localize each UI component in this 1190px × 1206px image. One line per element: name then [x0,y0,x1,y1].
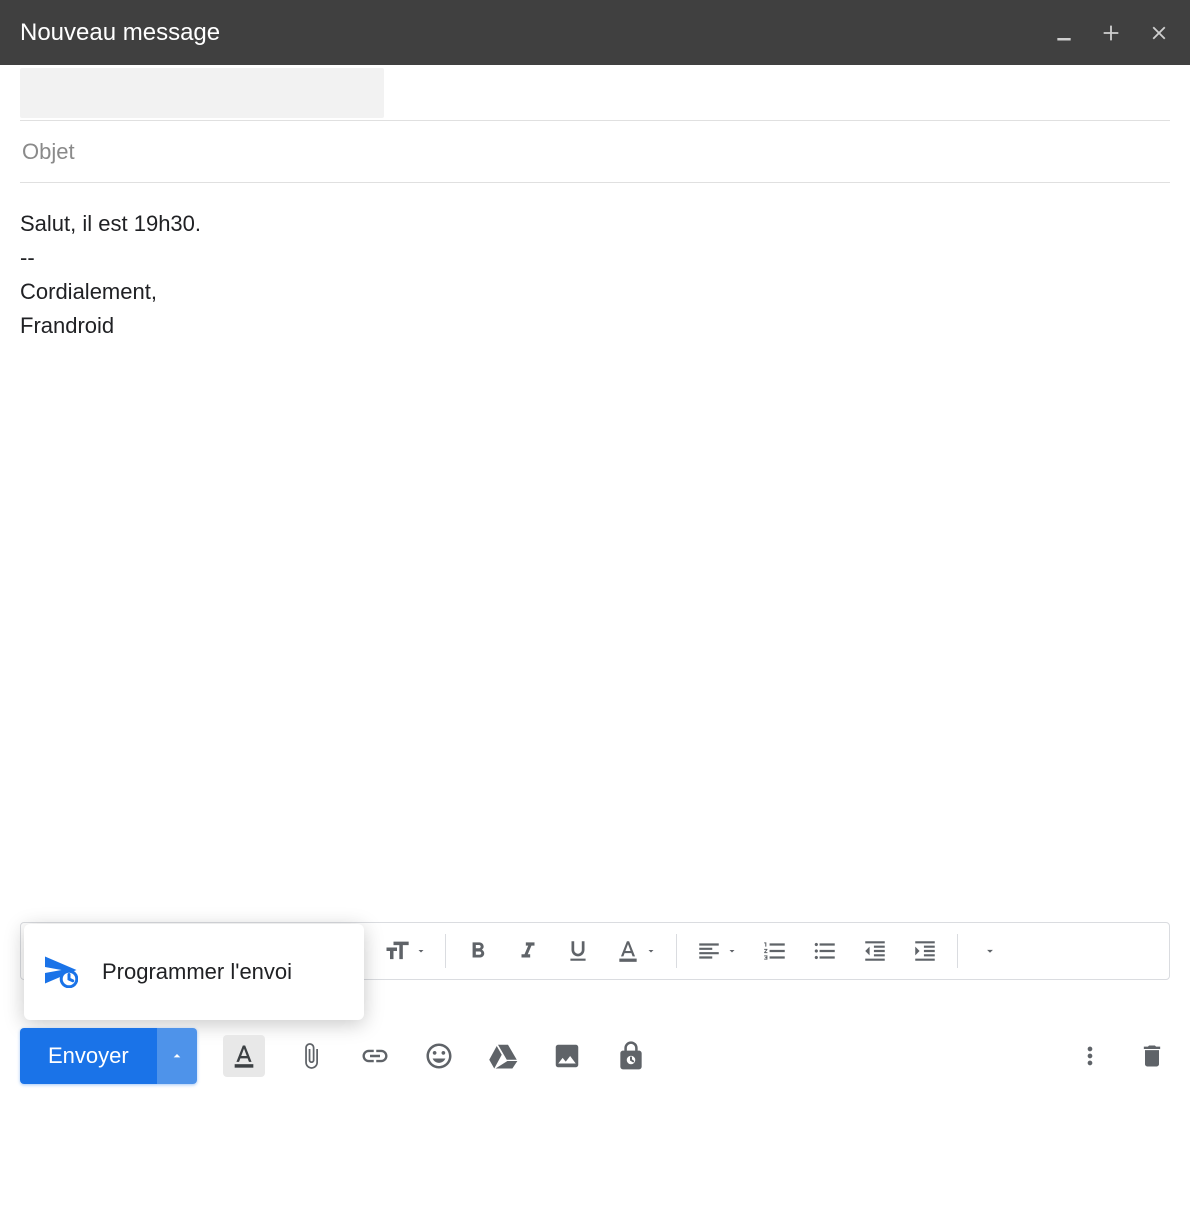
insert-drive-icon[interactable] [485,1038,521,1074]
message-body[interactable]: Salut, il est 19h30. -- Cordialement, Fr… [0,183,1190,863]
subject-field[interactable] [20,121,1170,183]
toolbar-separator [445,934,446,968]
toolbar-separator [676,934,677,968]
send-button[interactable]: Envoyer [20,1028,157,1084]
window-controls [1054,22,1170,44]
indent-increase-button[interactable] [901,931,949,971]
schedule-send-icon [42,952,78,993]
send-button-group: Envoyer [20,1028,197,1084]
formatting-toggle-button[interactable] [223,1035,265,1077]
schedule-send-label: Programmer l'envoi [102,959,292,985]
body-line: Salut, il est 19h30. [20,207,1170,241]
recipient-chip-redacted[interactable] [20,68,384,118]
toolbar-separator [957,934,958,968]
schedule-send-menu-item[interactable]: Programmer l'envoi [24,924,364,1020]
fullscreen-icon[interactable] [1100,22,1122,44]
compose-action-bar: Envoyer [20,1028,1170,1084]
numbered-list-button[interactable] [751,931,799,971]
text-color-button[interactable] [604,931,668,971]
font-size-button[interactable] [373,931,437,971]
to-field[interactable] [20,65,1170,121]
signature-line: Frandroid [20,309,1170,343]
insert-emoji-icon[interactable] [421,1038,457,1074]
insert-photo-icon[interactable] [549,1038,585,1074]
discard-draft-icon[interactable] [1134,1038,1170,1074]
italic-button[interactable] [504,931,552,971]
bulleted-list-button[interactable] [801,931,849,971]
align-button[interactable] [685,931,749,971]
more-formatting-button[interactable] [966,931,1014,971]
attach-file-icon[interactable] [293,1038,329,1074]
underline-button[interactable] [554,931,602,971]
window-title: Nouveau message [20,19,220,47]
subject-input[interactable] [20,138,1170,166]
signature-line: Cordialement, [20,275,1170,309]
indent-decrease-button[interactable] [851,931,899,971]
insert-link-icon[interactable] [357,1038,393,1074]
confidential-mode-icon[interactable] [613,1038,649,1074]
close-icon[interactable] [1148,22,1170,44]
minimize-icon[interactable] [1054,23,1074,43]
bold-button[interactable] [454,931,502,971]
compose-tool-icons [223,1035,649,1077]
send-more-button[interactable] [157,1028,197,1084]
compose-titlebar: Nouveau message [0,0,1190,65]
more-options-icon[interactable] [1072,1038,1108,1074]
compose-fields [0,65,1190,183]
signature-separator: -- [20,241,1170,275]
compose-right-actions [1072,1038,1170,1074]
